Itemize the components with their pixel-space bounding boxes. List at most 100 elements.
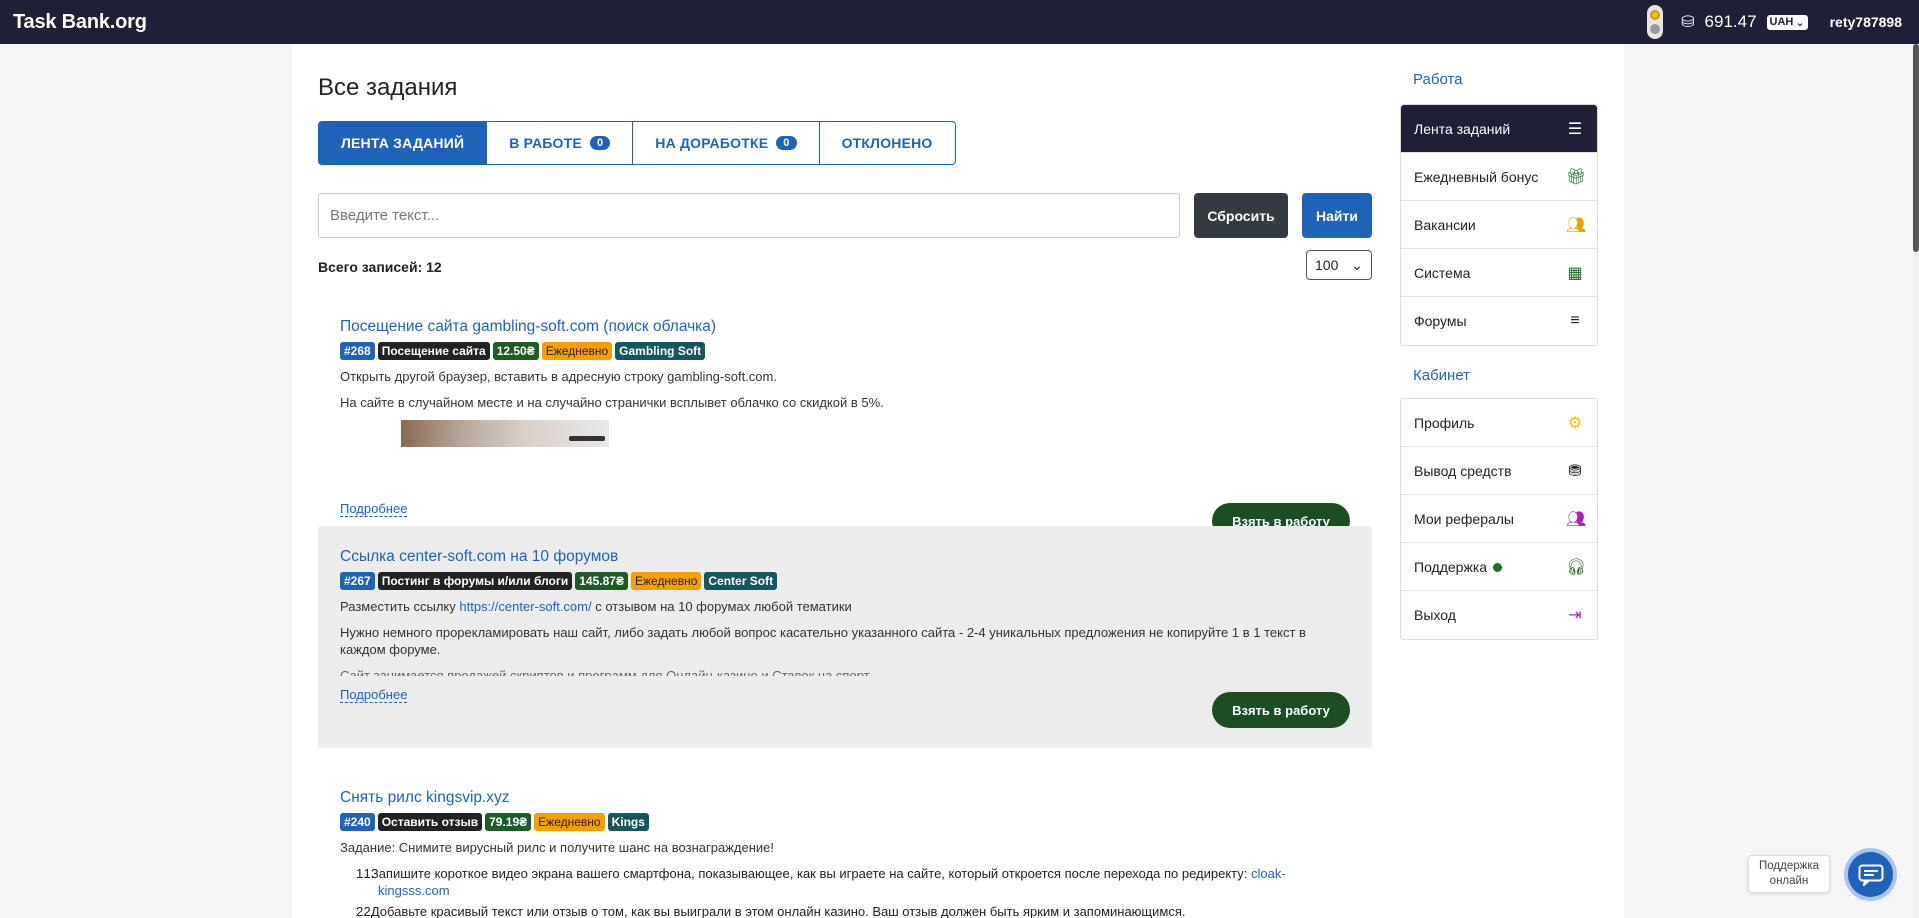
count-badge: 0 xyxy=(589,136,611,150)
tab-rejected[interactable]: ОТКЛОНЕНО xyxy=(820,122,955,164)
sidebar-item-label: Выход xyxy=(1414,607,1456,623)
task-desc: Нужно немного прорекламировать наш сайт,… xyxy=(340,625,1306,657)
scrollbar-thumb[interactable] xyxy=(1913,44,1919,252)
task-steps: 1.Запишите короткое видео экрана вашего … xyxy=(340,865,1350,918)
tag-price: 145.87₴ xyxy=(575,572,628,590)
main-panel: Все задания ЛЕНТА ЗАДАНИЙ В РАБОТЕ 0 НА Д… xyxy=(292,44,1624,918)
task-desc: Задание: Снимите вирусный рилс и получит… xyxy=(340,840,774,855)
tag-brand: Center Soft xyxy=(704,572,778,590)
sidebar-item-logout[interactable]: Выход ⇥ xyxy=(1401,591,1597,639)
support-chat-button[interactable] xyxy=(1848,852,1893,897)
sidebar-item-label: Форумы xyxy=(1414,313,1467,329)
sidebar-item-support[interactable]: Поддержка 🎧︎ xyxy=(1401,543,1597,591)
tab-revision[interactable]: НА ДОРАБОТКЕ 0 xyxy=(633,122,820,164)
sidebar-item-feed[interactable]: Лента заданий ☰ xyxy=(1401,105,1597,153)
tag-brand: Kings xyxy=(607,813,649,831)
align-left-icon: ≡ xyxy=(1570,312,1580,329)
tag-type: Посещение сайта xyxy=(377,342,490,360)
task-title[interactable]: Снять рилс kingsvip.xyz xyxy=(340,789,1350,807)
total-records: Всего записей: 12 xyxy=(318,259,442,275)
more-link[interactable]: Подробнее xyxy=(340,687,408,703)
headset-icon: 🎧︎ xyxy=(1566,558,1587,576)
sidebar-heading-cabinet: Кабинет xyxy=(1413,367,1471,384)
sidebar-item-label: Лента заданий xyxy=(1414,120,1511,137)
balance: 691.47 xyxy=(1704,12,1757,31)
users-icon: 👥︎ xyxy=(1566,216,1587,234)
sidebar-item-withdraw[interactable]: Вывод средств ⛃ xyxy=(1401,447,1597,495)
task-title[interactable]: Ссылка center-soft.com на 10 форумов xyxy=(340,548,1350,566)
sidebar-item-system[interactable]: Система ▦ xyxy=(1401,249,1597,297)
task-tags: #267 Постинг в форумы и/или блоги 145.87… xyxy=(340,572,1350,590)
tag-frequency: Ежедневно xyxy=(534,813,605,831)
tab-bar: ЛЕНТА ЗАДАНИЙ В РАБОТЕ 0 НА ДОРАБОТКЕ 0 ОТ… xyxy=(318,121,956,165)
step-text: Запишите короткое видео экрана вашего см… xyxy=(370,866,1251,881)
step-number: 2. xyxy=(356,904,367,918)
tag-id: #267 xyxy=(340,572,375,590)
sidebar-item-label: Система xyxy=(1414,264,1471,281)
find-button[interactable]: Найти xyxy=(1302,193,1372,238)
logout-icon: ⇥ xyxy=(1568,607,1582,624)
chevron-down-icon: ⌄ xyxy=(1351,256,1363,273)
more-link[interactable]: Подробнее xyxy=(340,501,408,517)
sidebar-item-referrals[interactable]: Мои рефералы 👥︎ xyxy=(1401,495,1597,543)
count-badge: 0 xyxy=(776,136,797,150)
sidebar-item-profile[interactable]: Профиль ⚙ xyxy=(1401,399,1597,447)
sidebar-item-daily-bonus[interactable]: Ежедневный бонус 🎁︎ xyxy=(1401,153,1597,201)
username[interactable]: rety787898 xyxy=(1830,14,1902,30)
support-tooltip-line: онлайн xyxy=(1769,875,1809,887)
task-desc: Сайт занимается продажей скриптов и прог… xyxy=(340,668,870,676)
chevron-down-icon: ⌄ xyxy=(1795,16,1805,29)
gear-icon: ⚙ xyxy=(1567,414,1583,432)
tab-label: ЛЕНТА ЗАДАНИЙ xyxy=(341,135,465,151)
table-icon: ▦ xyxy=(1567,264,1583,282)
tag-brand: Gambling Soft xyxy=(615,342,706,360)
reset-button[interactable]: Сбросить xyxy=(1194,193,1288,238)
take-task-button[interactable]: Взять в работу xyxy=(1212,692,1350,728)
sidebar-item-label: Поддержка xyxy=(1414,558,1488,575)
sidebar-item-vacancies[interactable]: Вакансии 👥︎ xyxy=(1401,201,1597,249)
search-input[interactable] xyxy=(318,193,1180,238)
tab-label: ОТКЛОНЕНО xyxy=(841,135,933,151)
gift-icon: 🎁︎ xyxy=(1566,168,1587,186)
task-tags: #268 Посещение сайта 12.50₴ Ежедневно Ga… xyxy=(340,342,1350,360)
logo[interactable]: Task Bank.org xyxy=(13,11,147,34)
sidebar-item-label: Профиль xyxy=(1414,414,1475,431)
tag-frequency: Ежедневно xyxy=(630,572,702,590)
sidebar-heading-work: Работа xyxy=(1413,71,1463,88)
search-row: Сбросить Найти xyxy=(318,193,1372,238)
currency-select[interactable]: UAH ⌄ xyxy=(1766,14,1808,30)
tag-id: #240 xyxy=(340,813,375,831)
task-card: Посещение сайта gambling-soft.com (поиск… xyxy=(318,316,1372,548)
list-check-icon: ☰ xyxy=(1567,120,1583,138)
step-text: Добавьте красивый текст или отзыв о том,… xyxy=(370,904,1186,918)
users-icon: 👥︎ xyxy=(1566,510,1587,528)
task-card: Ссылка center-soft.com на 10 форумов #26… xyxy=(318,526,1372,748)
currency-label: UAH xyxy=(1769,16,1794,28)
sidebar-item-label: Вывод средств xyxy=(1414,462,1512,479)
step-item: 2.Добавьте красивый текст или отзыв о то… xyxy=(356,903,1350,918)
task-tags: #240 Оставить отзыв 79.19₴ Ежедневно Kin… xyxy=(340,813,1350,831)
tag-frequency: Ежедневно xyxy=(541,342,613,360)
sidebar-item-forums[interactable]: Форумы ≡ xyxy=(1401,297,1597,345)
per-page-value: 100 xyxy=(1315,257,1339,273)
tab-label: В РАБОТЕ xyxy=(509,135,582,151)
sidebar-group-work: Лента заданий ☰ Ежедневный бонус 🎁︎ Ваканс… xyxy=(1400,104,1598,346)
tab-feed[interactable]: ЛЕНТА ЗАДАНИЙ xyxy=(319,122,488,164)
sidebar-item-label: Вакансии xyxy=(1414,216,1476,233)
task-desc: Открыть другой браузер, вставить в адрес… xyxy=(340,369,777,384)
desc-link[interactable]: https://center-soft.com/ xyxy=(459,599,591,614)
tab-in-work[interactable]: В РАБОТЕ 0 xyxy=(487,122,634,164)
task-image xyxy=(401,420,609,447)
per-page-select[interactable]: 100 ⌄ xyxy=(1306,250,1372,280)
sidebar-item-label: Ежедневный бонус xyxy=(1414,168,1539,185)
task-card: Снять рилс kingsvip.xyz #240 Оставить от… xyxy=(318,777,1372,918)
step-number: 1. xyxy=(356,866,367,881)
step-item: 1.Запишите короткое видео экрана вашего … xyxy=(356,865,1350,899)
task-title[interactable]: Посещение сайта gambling-soft.com (поиск… xyxy=(340,318,1350,336)
support-tooltip: Поддержка онлайн xyxy=(1748,855,1830,893)
top-bar: Task Bank.org ⛁ 691.47 UAH ⌄ rety787898 xyxy=(0,0,1919,44)
page-title: Все задания xyxy=(318,74,458,101)
tag-price: 79.19₴ xyxy=(485,813,532,831)
desc-text: с отзывом на 10 форумах любой тематики xyxy=(591,599,852,614)
support-tooltip-line: Поддержка xyxy=(1759,860,1819,872)
